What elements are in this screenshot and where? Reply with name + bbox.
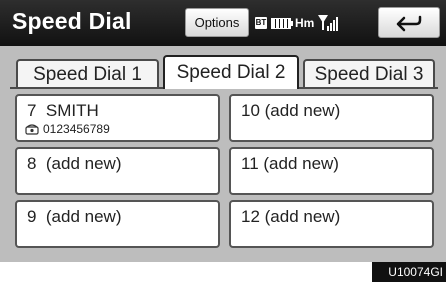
tab-speed-dial-1[interactable]: Speed Dial 1 (16, 59, 159, 87)
slot-label: 10 (add new) (241, 101, 341, 120)
slot-label: 8 (add new) (27, 154, 122, 173)
signal-antenna-icon (318, 15, 339, 31)
slot-label: 11 (add new) (241, 154, 339, 173)
speed-dial-slot-8[interactable]: 8 (add new) (15, 147, 220, 195)
tab-speed-dial-2[interactable]: Speed Dial 2 (163, 55, 299, 89)
page-title: Speed Dial (12, 8, 132, 34)
speed-dial-slot-11[interactable]: 11 (add new) (229, 147, 434, 195)
figure-code-label: U10074GI (372, 262, 446, 282)
back-button[interactable] (378, 7, 440, 38)
header-bar: Speed Dial Options BT Hm (0, 0, 446, 46)
speed-dial-slot-12[interactable]: 12 (add new) (229, 200, 434, 248)
battery-icon (271, 17, 293, 29)
speed-dial-screen: Speed Dial Options BT Hm Speed Dial 1 Sp… (0, 0, 446, 262)
phone-icon (25, 124, 39, 135)
slot-label: 12 (add new) (241, 207, 341, 226)
network-label: Hm (295, 16, 315, 30)
phone-number: 0123456789 (43, 122, 110, 136)
slot-label: 9 (add new) (27, 207, 122, 226)
speed-dial-slot-7[interactable]: 7 SMITH 0123456789 (15, 94, 220, 142)
slot-label: 7 SMITH (27, 101, 99, 120)
phone-row: 0123456789 (25, 122, 110, 136)
bluetooth-icon: BT (255, 17, 267, 29)
tab-speed-dial-3[interactable]: Speed Dial 3 (303, 59, 435, 87)
options-button[interactable]: Options (185, 8, 249, 37)
speed-dial-slot-9[interactable]: 9 (add new) (15, 200, 220, 248)
speed-dial-slot-10[interactable]: 10 (add new) (229, 94, 434, 142)
back-arrow-icon (396, 15, 422, 31)
status-indicators: BT Hm (255, 13, 339, 33)
